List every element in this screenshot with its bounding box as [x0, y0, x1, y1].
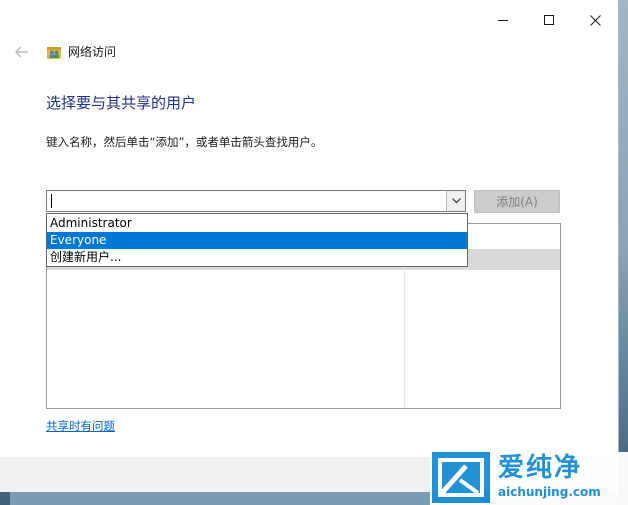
- network-users-icon: [47, 47, 61, 59]
- page-heading: 选择要与其共享的用户: [46, 94, 197, 112]
- dropdown-item-everyone[interactable]: Everyone: [47, 232, 467, 249]
- watermark-url: aichunjing.com: [498, 485, 601, 499]
- chevron-down-icon: [451, 198, 461, 204]
- watermark-title: 爱纯净: [498, 453, 583, 483]
- user-dropdown-list[interactable]: Administrator Everyone 创建新用户...: [46, 213, 468, 267]
- add-button[interactable]: 添加(A): [474, 190, 560, 213]
- minimize-icon: [497, 19, 508, 21]
- dropdown-arrow-button[interactable]: [446, 191, 465, 211]
- network-access-window: 网络访问 选择要与其共享的用户 键入名称，然后单击“添加”，或者单击箭头查找用户…: [0, 0, 619, 492]
- watermark-logo-icon: [432, 452, 490, 503]
- dropdown-item-create-new-user[interactable]: 创建新用户...: [47, 249, 467, 266]
- close-button[interactable]: [572, 0, 618, 40]
- close-icon: [589, 14, 601, 26]
- maximize-button[interactable]: [526, 0, 572, 40]
- desktop-background-right: [618, 0, 628, 505]
- back-arrow-icon: [15, 46, 28, 58]
- sharing-help-link[interactable]: 共享时有问题: [46, 418, 115, 434]
- text-caret: [51, 194, 52, 208]
- back-button[interactable]: [12, 42, 32, 62]
- watermark: 爱纯净 aichunjing.com: [430, 452, 628, 505]
- instruction-text: 键入名称，然后单击“添加”，或者单击箭头查找用户。: [46, 135, 323, 149]
- maximize-icon: [543, 14, 554, 25]
- user-name-input[interactable]: [49, 192, 449, 210]
- dropdown-item-administrator[interactable]: Administrator: [47, 215, 467, 232]
- minimize-button[interactable]: [480, 0, 526, 40]
- title-bar[interactable]: [0, 0, 618, 40]
- user-name-combobox[interactable]: [46, 190, 466, 212]
- window-title: 网络访问: [68, 45, 117, 59]
